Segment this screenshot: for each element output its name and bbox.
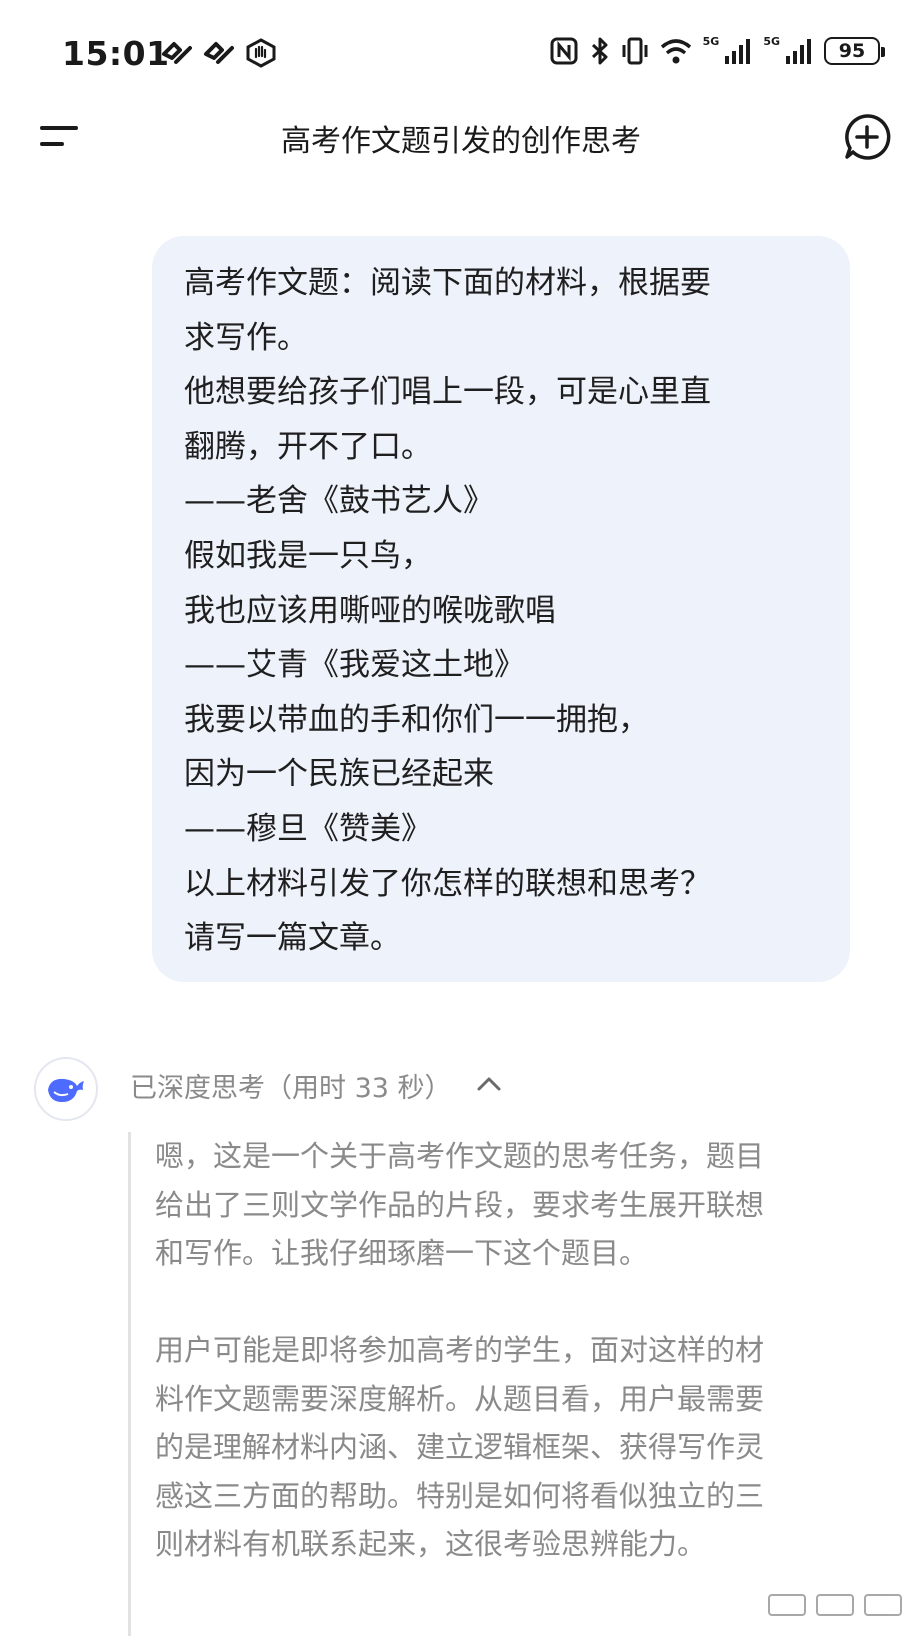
- user-message-line: 求写作。: [184, 319, 308, 356]
- thinking-toggle[interactable]: 已深度思考（用时 33 秒）: [130, 1066, 502, 1105]
- status-left-icons: [160, 38, 278, 68]
- assistant-avatar: [34, 1057, 98, 1121]
- user-message-line: 我也应该用嘶哑的喉咙歌唱: [184, 592, 556, 629]
- thinking-line: 料作文题需要深度解析。从题目看，用户最需要: [155, 1381, 765, 1416]
- user-message-bubble[interactable]: 高考作文题：阅读下面的材料，根据要 求写作。 他想要给孩子们唱上一段，可是心里直…: [152, 236, 850, 982]
- user-message-line: 他想要给孩子们唱上一段，可是心里直: [184, 374, 711, 411]
- thinking-line: 和写作。让我仔细琢磨一下这个题目。: [155, 1236, 649, 1270]
- network-type-label: 5G: [763, 34, 780, 48]
- thinking-content: 嗯，这是一个关于高考作文题的思考任务，题目 给出了三则文学作品的片段，要求考生展…: [155, 1132, 835, 1569]
- app-notification-icon: [160, 38, 196, 68]
- user-message-line: ——穆旦《赞美》: [184, 810, 432, 847]
- user-message-line: ——老舍《鼓书艺人》: [184, 483, 494, 520]
- hand-icon: [244, 38, 278, 68]
- thinking-line: 的是理解材料内涵、建立逻辑框架、获得写作灵: [155, 1430, 765, 1464]
- user-message-line: 请写一篇文章。: [184, 920, 401, 957]
- thinking-line: 嗯，这是一个关于高考作文题的思考任务，题目: [155, 1139, 765, 1173]
- signal-icon: [784, 36, 814, 66]
- wifi-icon: [659, 36, 693, 66]
- user-message-line: 我要以带血的手和你们一一拥抱，: [184, 701, 649, 738]
- status-right-icons: 5G 5G 95: [549, 34, 885, 66]
- thinking-line: 给出了三则文学作品的片段，要求考生展开联想: [155, 1187, 765, 1222]
- status-time: 15:01: [62, 34, 170, 73]
- network-type-label: 5G: [702, 34, 720, 48]
- app-notification-icon: [202, 38, 238, 68]
- user-message-line: 翻腾，开不了口。: [184, 428, 432, 465]
- watermark-logo: [768, 1594, 902, 1616]
- thinking-line: 则材料有机联系起来，这很考验思辨能力。: [155, 1527, 707, 1561]
- new-chat-icon: [845, 114, 891, 160]
- thinking-line: 用户可能是即将参加高考的学生，面对这样的材: [155, 1333, 765, 1367]
- bluetooth-icon: [589, 36, 611, 66]
- chat-header: 高考作文题引发的创作思考: [0, 100, 922, 175]
- whale-logo-icon: [48, 1078, 84, 1102]
- user-message-line: 高考作文题：阅读下面的材料，根据要: [184, 265, 711, 301]
- thinking-divider: [128, 1132, 131, 1636]
- new-chat-button[interactable]: [842, 112, 892, 162]
- vibrate-icon: [621, 36, 649, 66]
- chevron-up-icon: [476, 1076, 502, 1096]
- thinking-line: 感这三方面的帮助。特别是如何将看似独立的三: [155, 1478, 765, 1513]
- status-bar: 15:01 5G 5G 95: [0, 0, 922, 110]
- thinking-label: 已深度思考（用时 33 秒）: [130, 1073, 452, 1104]
- page-title: 高考作文题引发的创作思考: [281, 124, 641, 159]
- signal-icon: [723, 36, 753, 66]
- nfc-icon: [549, 36, 579, 66]
- user-message-line: 因为一个民族已经起来: [184, 756, 494, 793]
- user-message-line: 假如我是一只鸟，: [184, 537, 432, 574]
- user-message-line: ——艾青《我爱这土地》: [184, 647, 525, 684]
- user-message-line: 以上材料引发了你怎样的联想和思考？: [184, 865, 711, 902]
- battery-icon: 95: [824, 37, 885, 65]
